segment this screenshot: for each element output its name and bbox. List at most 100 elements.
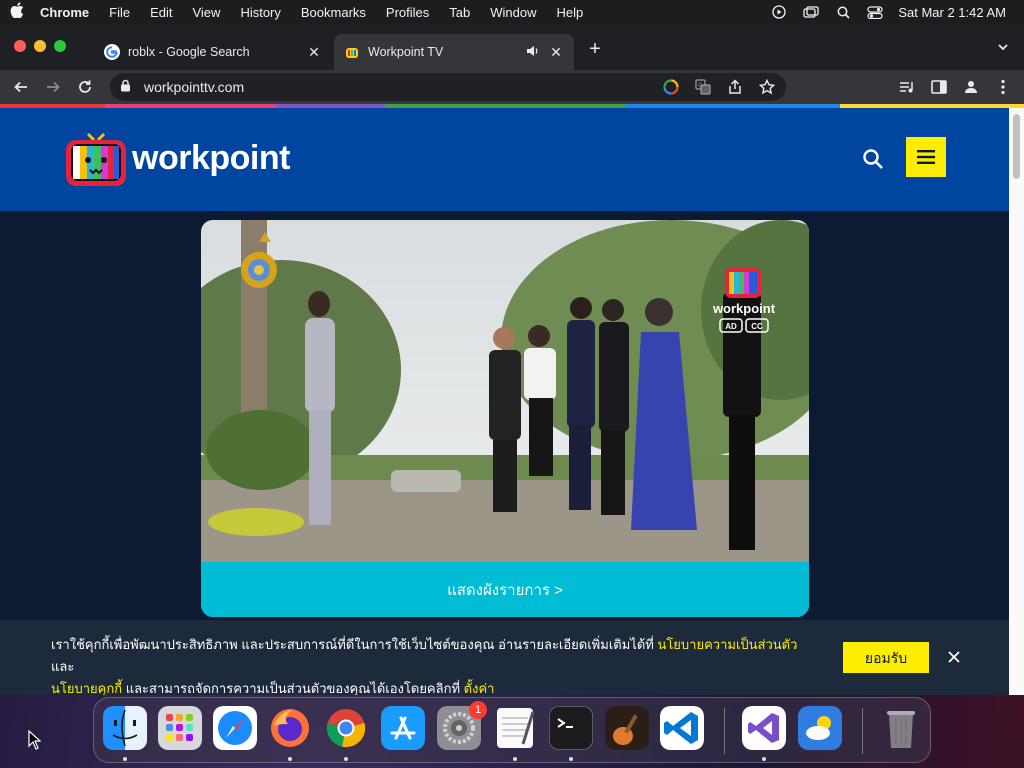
svg-text:G: G (698, 82, 703, 89)
menu-clock[interactable]: Sat Mar 2 1:42 AM (898, 5, 1006, 20)
menu-view[interactable]: View (182, 5, 230, 20)
cookie-consent-banner: เราใช้คุกกี้เพื่อพัฒนาประสิทธิภาพ และประ… (0, 620, 1009, 695)
safari-icon[interactable] (213, 706, 257, 750)
share-icon[interactable] (726, 78, 744, 96)
trash-icon[interactable] (879, 706, 923, 750)
zoom-window-button[interactable] (54, 40, 66, 52)
control-center-icon[interactable] (866, 5, 884, 19)
visual-studio-icon[interactable] (742, 706, 786, 750)
translate-icon[interactable]: G (694, 78, 712, 96)
web-page: workpoint workpoint AD CC แสดงผังรายการ … (0, 108, 1024, 695)
cookie-policy-link[interactable]: นโยบายคุกกี้ (51, 681, 122, 695)
profile-avatar-icon[interactable] (962, 76, 980, 98)
firefox-icon[interactable] (268, 706, 312, 750)
spotlight-search-icon[interactable] (834, 5, 852, 19)
cookie-text-part: และ (51, 659, 75, 674)
menu-bar: Chrome File Edit View History Bookmarks … (0, 0, 1024, 24)
terminal-icon[interactable] (549, 706, 593, 750)
vscode-icon[interactable] (660, 706, 704, 750)
menu-profiles[interactable]: Profiles (376, 5, 439, 20)
menu-window[interactable]: Window (480, 5, 546, 20)
show-schedule-button[interactable]: แสดงผังรายการ > (201, 562, 809, 617)
scrollbar-thumb[interactable] (1013, 114, 1020, 179)
window-controls (14, 40, 66, 52)
address-bar[interactable]: workpointtv.com G (110, 73, 786, 101)
menu-help[interactable]: Help (547, 5, 594, 20)
chevron-down-icon[interactable] (996, 40, 1010, 54)
workpoint-tv-logo-icon (66, 132, 126, 186)
close-tab-icon[interactable]: ✕ (306, 44, 322, 61)
cookie-text-part: เราใช้คุกกี้เพื่อพัฒนาประสิทธิภาพ และประ… (51, 637, 658, 652)
menu-tab[interactable]: Tab (439, 5, 480, 20)
google-icon (104, 44, 120, 60)
apple-menu-icon[interactable] (0, 2, 34, 22)
tab-strip: roblx - Google Search ✕ Workpoint TV ✕ + (0, 24, 1024, 70)
cookie-notice-text: เราใช้คุกกี้เพื่อพัฒนาประสิทธิภาพ และประ… (51, 634, 811, 695)
kebab-menu-icon[interactable] (994, 76, 1012, 98)
textedit-icon[interactable] (493, 706, 537, 750)
menu-edit[interactable]: Edit (140, 5, 182, 20)
menu-app-name[interactable]: Chrome (34, 5, 99, 20)
app-store-icon[interactable] (381, 706, 425, 750)
cc-badge-text: CC (751, 322, 763, 331)
privacy-policy-link[interactable]: นโยบายความเป็นส่วนตัว (657, 637, 797, 652)
running-indicator (123, 757, 127, 761)
workpoint-watermark-text: workpoint (712, 301, 776, 316)
dock: 1 (93, 697, 931, 763)
featured-program-card[interactable]: workpoint AD CC แสดงผังรายการ > (201, 220, 809, 617)
menu-file[interactable]: File (99, 5, 140, 20)
hamburger-icon (917, 150, 935, 164)
chrome-icon[interactable] (324, 706, 368, 750)
page-scrollbar[interactable] (1009, 108, 1024, 695)
dock-separator (862, 708, 863, 754)
running-indicator (513, 757, 517, 761)
notification-badge: 1 (469, 701, 487, 719)
forward-arrow-icon[interactable] (42, 76, 64, 98)
lock-icon[interactable] (120, 79, 134, 95)
workpoint-icon (344, 44, 360, 60)
new-tab-button[interactable]: + (584, 38, 606, 61)
finder-icon[interactable] (103, 706, 147, 750)
hamburger-menu-button[interactable] (906, 137, 946, 177)
accept-cookies-button[interactable]: ยอมรับ (843, 642, 929, 673)
workpoint-watermark-icon (725, 268, 761, 298)
google-lens-icon[interactable] (662, 78, 680, 96)
reload-icon[interactable] (74, 76, 96, 98)
weather-icon[interactable] (798, 706, 842, 750)
close-window-button[interactable] (14, 40, 26, 52)
dock-separator (724, 708, 725, 754)
minimize-window-button[interactable] (34, 40, 46, 52)
side-panel-icon[interactable] (930, 76, 948, 98)
cookie-settings-link[interactable]: ตั้งค่า (464, 681, 495, 695)
launchpad-icon[interactable] (158, 706, 202, 750)
running-indicator (344, 757, 348, 761)
tab-title: Workpoint TV (368, 45, 444, 59)
menu-bookmarks[interactable]: Bookmarks (291, 5, 376, 20)
workpoint-logo[interactable]: workpoint (64, 128, 290, 188)
running-indicator (288, 757, 292, 761)
garageband-icon[interactable] (605, 706, 649, 750)
close-banner-icon[interactable] (946, 649, 962, 665)
logo-wordmark: workpoint (132, 138, 290, 177)
tab-google-search[interactable]: roblx - Google Search ✕ (94, 34, 332, 70)
featured-program-photo[interactable]: workpoint AD CC (201, 220, 809, 562)
tab-workpoint[interactable]: Workpoint TV ✕ (334, 34, 574, 70)
running-indicator (569, 757, 573, 761)
tab-title: roblx - Google Search (128, 45, 250, 59)
bookmark-star-icon[interactable] (758, 78, 776, 96)
site-search-icon[interactable] (862, 148, 884, 170)
media-controls-icon[interactable] (898, 76, 916, 98)
now-playing-icon[interactable] (770, 5, 788, 19)
menu-history[interactable]: History (230, 5, 290, 20)
cookie-text-part: และสามารถจัดการความเป็นส่วนตัวของคุณได้เ… (122, 681, 464, 695)
site-header: workpoint (0, 108, 1024, 211)
url-text[interactable]: workpointtv.com (144, 79, 244, 95)
ad-badge-text: AD (725, 322, 737, 331)
close-tab-icon[interactable]: ✕ (548, 44, 564, 61)
mouse-pointer-icon (28, 730, 42, 750)
speaker-icon[interactable] (526, 45, 542, 60)
running-indicator (762, 757, 766, 761)
screen-mirroring-icon[interactable] (802, 5, 820, 19)
chrome-window: roblx - Google Search ✕ Workpoint TV ✕ + (0, 24, 1024, 695)
back-arrow-icon[interactable] (10, 76, 32, 98)
